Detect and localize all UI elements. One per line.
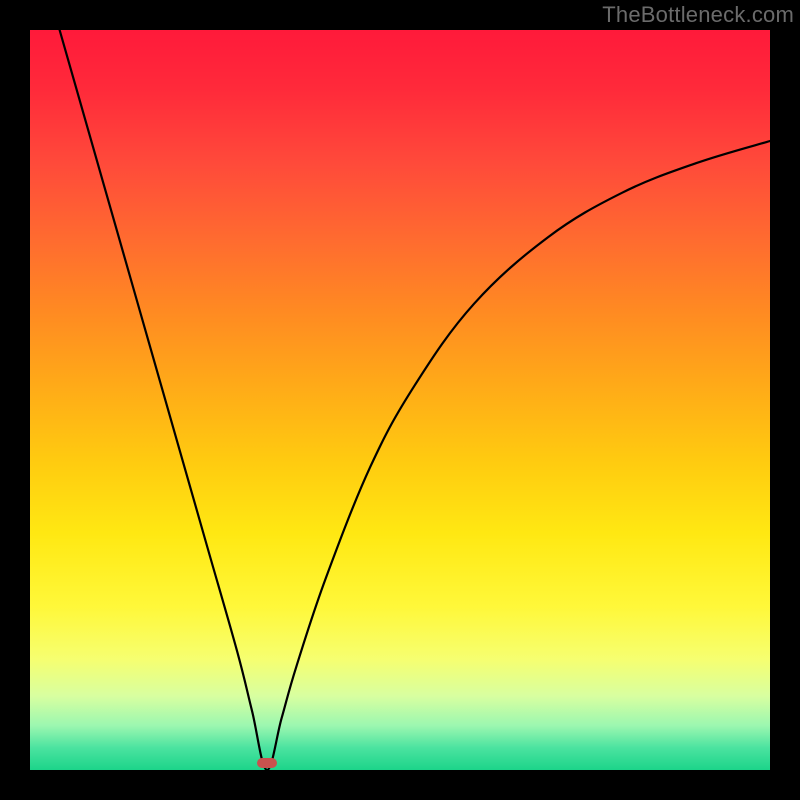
watermark-text: TheBottleneck.com (602, 2, 794, 28)
min-marker (257, 758, 277, 768)
plot-area (30, 30, 770, 770)
curve-path (60, 30, 770, 770)
chart-frame: TheBottleneck.com (0, 0, 800, 800)
curve-svg (30, 30, 770, 770)
